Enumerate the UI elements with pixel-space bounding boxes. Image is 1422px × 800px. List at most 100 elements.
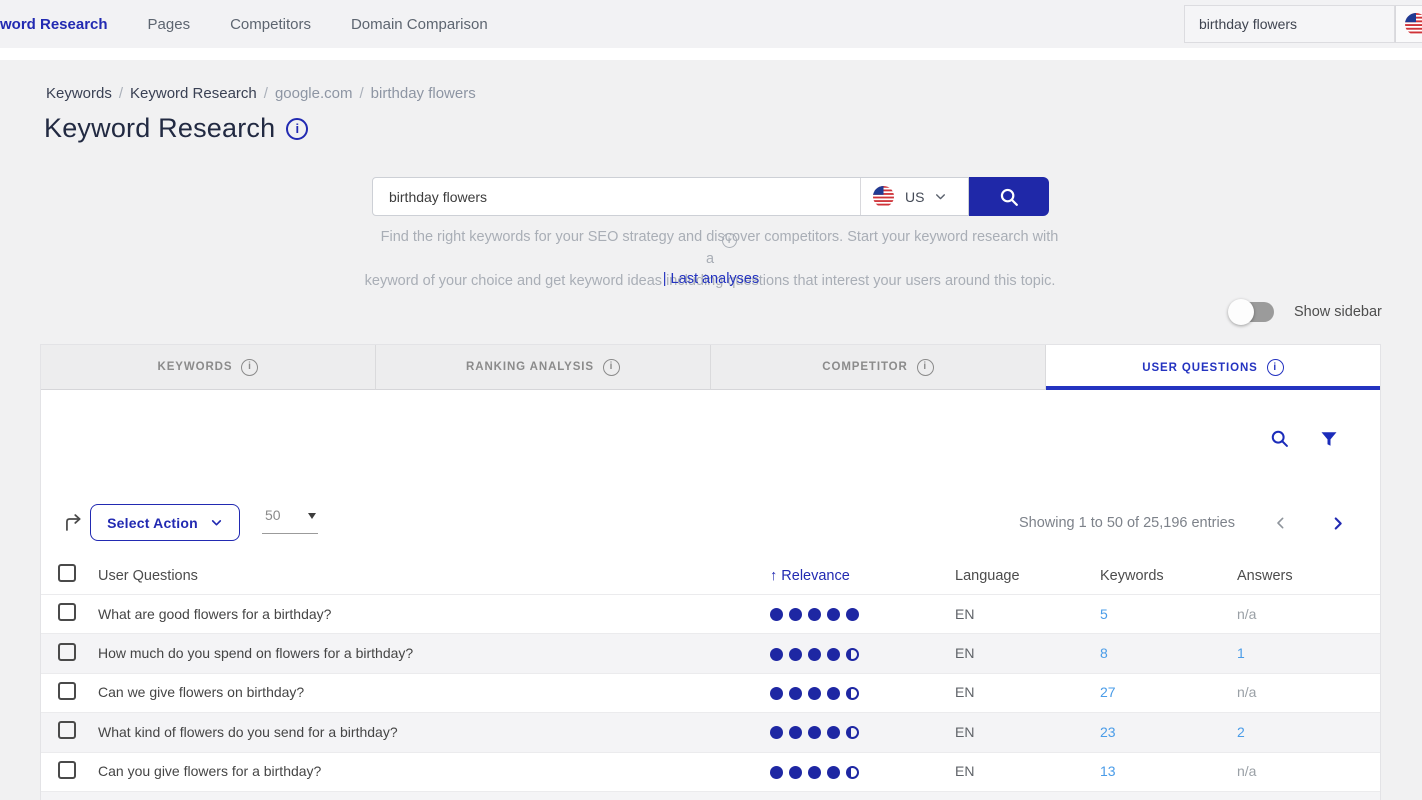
tab-user-questions[interactable]: USER QUESTIONS <box>1046 345 1380 390</box>
search-icon <box>998 186 1020 208</box>
last-analyses-link[interactable]: | Last analyses <box>663 271 759 287</box>
sort-arrow-up-icon: ↑ <box>770 568 777 584</box>
caret-down-icon <box>308 513 316 519</box>
row-checkbox[interactable] <box>58 721 76 739</box>
answers-count-link[interactable]: 2 <box>1237 724 1245 740</box>
toggle-knob <box>1228 299 1254 325</box>
relevance-dots <box>770 766 955 779</box>
tab-competitor[interactable]: COMPETITOR <box>711 345 1046 390</box>
page-size-select[interactable]: 50 <box>262 506 318 534</box>
tab-ranking-analysis[interactable]: RANKING ANALYSIS <box>376 345 711 390</box>
answers-count-link[interactable]: 1 <box>1237 645 1245 661</box>
table-row[interactable]: Can we give flowers on birthday? EN 27 n… <box>41 674 1380 713</box>
answers-count-link: n/a <box>1237 763 1256 779</box>
select-action-button[interactable]: Select Action <box>90 504 240 541</box>
info-icon[interactable] <box>603 359 620 376</box>
nav-item-pages[interactable]: Pages <box>148 0 191 48</box>
table-body: What are good flowers for a birthday? EN… <box>41 595 1380 792</box>
relevance-dot-full <box>789 687 802 700</box>
country-code: US <box>905 189 924 205</box>
breadcrumb-separator: / <box>119 85 123 102</box>
us-flag-icon <box>872 185 895 208</box>
chevron-down-icon <box>210 516 223 529</box>
row-checkbox[interactable] <box>58 603 76 621</box>
language-value: EN <box>955 763 974 779</box>
breadcrumb-keyword-research[interactable]: Keyword Research <box>130 85 257 102</box>
export-arrow-icon[interactable] <box>63 512 84 533</box>
show-sidebar-toggle[interactable] <box>1230 302 1274 322</box>
relevance-dot-full <box>770 766 783 779</box>
screen: word Research Pages Competitors Domain C… <box>0 0 1422 800</box>
relevance-dot-full <box>789 648 802 661</box>
info-icon <box>722 233 737 248</box>
search-icon[interactable] <box>1269 428 1290 449</box>
topnav-search-input[interactable] <box>1184 5 1395 43</box>
next-row-partial <box>41 792 1380 800</box>
top-navigation: word Research Pages Competitors Domain C… <box>0 0 1422 48</box>
breadcrumb-separator: / <box>264 85 268 102</box>
country-selector[interactable]: US <box>861 178 968 215</box>
row-checkbox[interactable] <box>58 761 76 779</box>
relevance-dot-full <box>789 766 802 779</box>
keywords-count-link[interactable]: 27 <box>1100 684 1116 700</box>
info-icon[interactable] <box>1267 359 1284 376</box>
relevance-dot-half <box>846 726 859 739</box>
info-icon[interactable] <box>241 359 258 376</box>
table-row[interactable]: Can you give flowers for a birthday? EN … <box>41 753 1380 792</box>
column-header-answers[interactable]: Answers <box>1237 568 1380 584</box>
answers-count-link: n/a <box>1237 606 1256 622</box>
results-card: KEYWORDS RANKING ANALYSIS COMPETITOR USE… <box>41 345 1380 800</box>
relevance-dot-full <box>808 648 821 661</box>
table-row[interactable]: What are good flowers for a birthday? EN… <box>41 595 1380 634</box>
relevance-dot-full <box>808 687 821 700</box>
keywords-count-link[interactable]: 23 <box>1100 724 1116 740</box>
select-all-checkbox[interactable] <box>58 564 76 582</box>
filter-icon[interactable] <box>1320 430 1338 448</box>
question-text: What are good flowers for a birthday? <box>98 606 331 622</box>
nav-item-keyword-research[interactable]: word Research <box>0 0 108 48</box>
breadcrumb-domain[interactable]: google.com <box>275 85 353 102</box>
relevance-dot-full <box>789 608 802 621</box>
table-row[interactable]: How much do you spend on flowers for a b… <box>41 634 1380 673</box>
language-value: EN <box>955 606 974 622</box>
language-value: EN <box>955 645 974 661</box>
relevance-dots <box>770 608 955 621</box>
search-button[interactable] <box>969 177 1049 216</box>
relevance-dot-full <box>808 608 821 621</box>
user-questions-table: User Questions ↑ Relevance Language Keyw… <box>41 556 1380 800</box>
keyword-search-input[interactable] <box>373 178 860 215</box>
column-header-language[interactable]: Language <box>955 568 1100 584</box>
topnav-country-selector[interactable] <box>1395 5 1422 43</box>
chevron-down-icon <box>934 190 947 203</box>
relevance-dot-full <box>827 766 840 779</box>
column-header-keywords[interactable]: Keywords <box>1100 568 1237 584</box>
chevron-left-icon[interactable] <box>1273 515 1289 531</box>
keywords-count-link[interactable]: 5 <box>1100 606 1108 622</box>
relevance-dots <box>770 648 955 661</box>
relevance-dots <box>770 687 955 700</box>
language-value: EN <box>955 724 974 740</box>
breadcrumb-keywords[interactable]: Keywords <box>46 85 112 102</box>
column-header-relevance[interactable]: ↑ Relevance <box>770 568 955 584</box>
row-checkbox[interactable] <box>58 682 76 700</box>
relevance-dots <box>770 726 955 739</box>
nav-item-competitors[interactable]: Competitors <box>230 0 311 48</box>
header-divider-strip <box>0 48 1422 60</box>
row-checkbox[interactable] <box>58 643 76 661</box>
table-row[interactable]: What kind of flowers do you send for a b… <box>41 713 1380 752</box>
column-header-user-questions[interactable]: User Questions <box>98 568 770 584</box>
relevance-dot-half <box>846 648 859 661</box>
relevance-dot-full <box>827 726 840 739</box>
info-icon[interactable] <box>917 359 934 376</box>
nav-item-domain-comparison[interactable]: Domain Comparison <box>351 0 488 48</box>
relevance-dot-full <box>789 726 802 739</box>
info-icon[interactable] <box>286 118 308 140</box>
keywords-count-link[interactable]: 13 <box>1100 763 1116 779</box>
relevance-dot-full <box>770 726 783 739</box>
breadcrumb-keyword: birthday flowers <box>371 85 476 102</box>
action-row: Select Action 50 Showing 1 to 50 of 25,1… <box>41 503 1380 543</box>
chevron-right-icon[interactable] <box>1329 515 1346 532</box>
relevance-dot-full <box>770 687 783 700</box>
tab-keywords[interactable]: KEYWORDS <box>41 345 376 390</box>
keywords-count-link[interactable]: 8 <box>1100 645 1108 661</box>
